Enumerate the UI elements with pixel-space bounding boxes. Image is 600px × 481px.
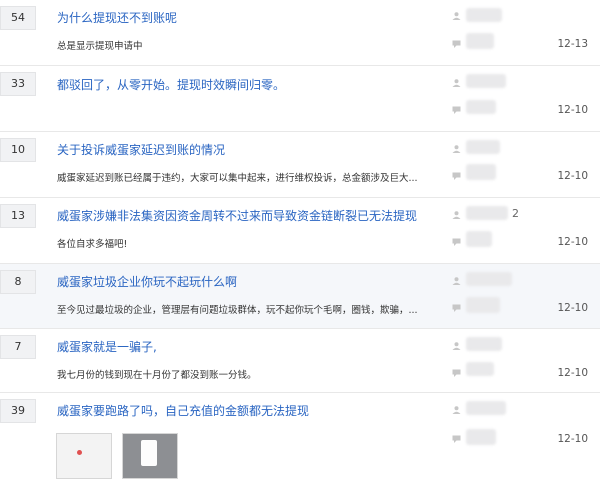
thumbnail-content (141, 440, 157, 466)
reply-count: 54 (0, 6, 36, 30)
comment-icon (452, 369, 461, 377)
topic-title[interactable]: 威蛋家涉嫌非法集资因资金周转不过来而导致资金链断裂已无法提现 (57, 207, 417, 224)
attachment-thumbnail[interactable] (122, 433, 178, 479)
last-reply-date: 12-10 (557, 433, 588, 445)
comment-icon (452, 106, 461, 114)
author-name (466, 74, 506, 88)
comment-icon (452, 435, 461, 443)
topic-title[interactable]: 为什么提现还不到账呢 (57, 9, 177, 26)
topic-row: 7 威蛋家就是一骗子, 我七月份的钱到现在十月份了都没到账一分钱。 12-10 (0, 329, 600, 393)
comment-icon (452, 304, 461, 312)
author-name (466, 8, 502, 22)
last-reply-date: 12-10 (557, 367, 588, 379)
topic-title[interactable]: 关于投诉威蛋家延迟到账的情况 (57, 141, 225, 158)
reply-count: 33 (0, 72, 36, 96)
attachment-thumbnail[interactable] (56, 433, 112, 479)
topic-snippet: 各位自求多福吧! (57, 239, 128, 250)
topic-row: 54 为什么提现还不到账呢 总是显示提现申请中 12-13 (0, 0, 600, 66)
author-name (466, 206, 508, 220)
topic-snippet: 总是显示提现申请中 (57, 41, 143, 52)
topic-list: 54 为什么提现还不到账呢 总是显示提现申请中 12-13 33 都驳回了，从零… (0, 0, 600, 481)
topic-row: 10 关于投诉威蛋家延迟到账的情况 威蛋家延迟到账已经属于违约，大家可以集中起来… (0, 132, 600, 198)
last-replier (466, 164, 496, 180)
topic-row: 8 威蛋家垃圾企业你玩不起玩什么啊 至今见过最垃圾的企业，管理层有问题垃圾群体，… (0, 264, 600, 329)
author-name (466, 272, 512, 286)
author-name-suffix: 2 (512, 207, 519, 220)
author-name (466, 140, 500, 154)
topic-row: 33 都驳回了，从零开始。提现时效瞬间归零。 12-10 (0, 66, 600, 132)
reply-count: 39 (0, 399, 36, 423)
user-icon (452, 12, 461, 20)
last-replier (466, 33, 494, 49)
topic-snippet: 威蛋家延迟到账已经属于违约，大家可以集中起来，进行维权投诉，总金额涉及巨大... (57, 173, 418, 184)
last-replier (466, 231, 492, 247)
topic-title[interactable]: 威蛋家就是一骗子, (57, 338, 157, 355)
last-reply-date: 12-10 (557, 236, 588, 248)
reply-count: 7 (0, 335, 36, 359)
last-replier (466, 297, 500, 313)
user-icon (452, 406, 461, 414)
last-replier (466, 429, 496, 445)
last-replier (466, 362, 494, 376)
reply-count: 10 (0, 138, 36, 162)
thumbnail-content (77, 450, 82, 455)
comment-icon (452, 40, 461, 48)
author-name (466, 337, 502, 351)
comment-icon (452, 238, 461, 246)
last-reply-date: 12-10 (557, 302, 588, 314)
user-icon (452, 79, 461, 87)
comment-icon (452, 172, 461, 180)
topic-row: 39 威蛋家要跑路了吗，自己充值的金额都无法提现 12-10 (0, 393, 600, 481)
topic-snippet: 我七月份的钱到现在十月份了都没到账一分钱。 (57, 370, 257, 381)
reply-count: 13 (0, 204, 36, 228)
user-icon (452, 145, 461, 153)
topic-row: 13 威蛋家涉嫌非法集资因资金周转不过来而导致资金链断裂已无法提现 各位自求多福… (0, 198, 600, 264)
reply-count: 8 (0, 270, 36, 294)
last-reply-date: 12-13 (557, 38, 588, 50)
last-reply-date: 12-10 (557, 104, 588, 116)
topic-title[interactable]: 威蛋家要跑路了吗，自己充值的金额都无法提现 (57, 402, 309, 419)
author-name (466, 401, 506, 415)
user-icon (452, 342, 461, 350)
last-reply-date: 12-10 (557, 170, 588, 182)
user-icon (452, 277, 461, 285)
topic-title[interactable]: 威蛋家垃圾企业你玩不起玩什么啊 (57, 273, 237, 290)
user-icon (452, 211, 461, 219)
topic-snippet: 至今见过最垃圾的企业，管理层有问题垃圾群体，玩不起你玩个毛啊，圈钱，欺骗，... (57, 305, 418, 316)
topic-title[interactable]: 都驳回了，从零开始。提现时效瞬间归零。 (57, 76, 285, 93)
last-replier (466, 100, 496, 114)
